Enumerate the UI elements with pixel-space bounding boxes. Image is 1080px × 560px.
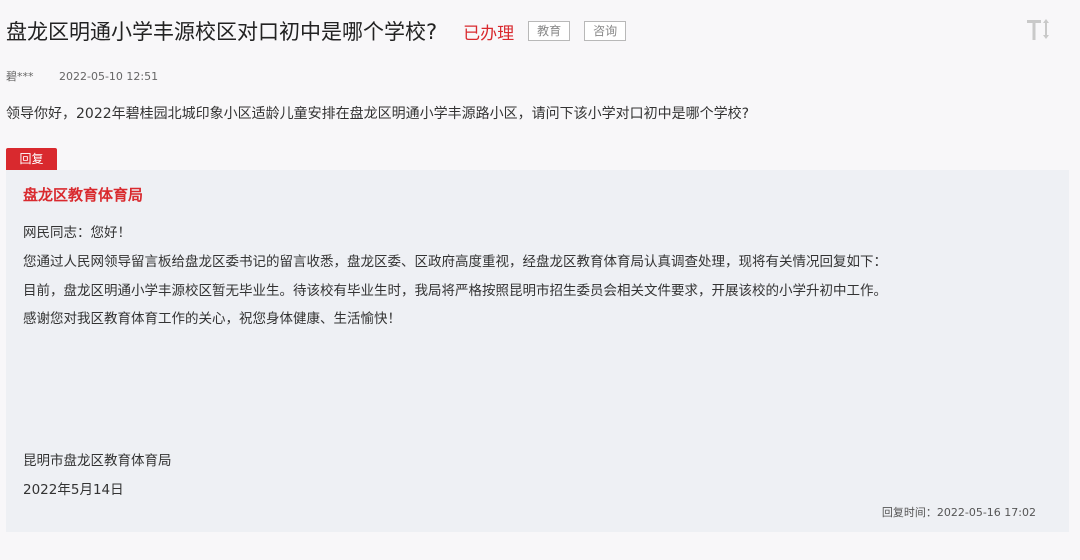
- post-date: 2022-05-10 12:51: [59, 70, 159, 83]
- reply-time: 回复时间：2022-05-16 17:02: [881, 506, 1036, 519]
- tag-education[interactable]: 教育: [528, 21, 571, 41]
- reply-signature-date: 2022年5月14日: [23, 482, 124, 498]
- reply-panel: 盘龙区教育体育局 网民同志：您好！ 您通过人民网领导留言板给盘龙区委书记的留言收…: [6, 170, 1069, 532]
- reply-closing: 感谢您对我区教育体育工作的关心，祝您身体健康、生活愉快！: [23, 311, 401, 327]
- status-badge: 已办理: [463, 23, 515, 44]
- reply-tag: 回复: [6, 148, 57, 170]
- tag-consultation[interactable]: 咨询: [584, 21, 627, 41]
- reply-signature-org: 昆明市盘龙区教育体育局: [23, 453, 172, 469]
- reply-org-name: 盘龙区教育体育局: [23, 186, 144, 204]
- reply-paragraph: 您通过人民网领导留言板给盘龙区委书记的留言收悉，盘龙区委、区政府高度重视，经盘龙…: [23, 254, 887, 270]
- reply-paragraph: 目前，盘龙区明通小学丰源校区暂无毕业生。待该校有毕业生时，我局将严格按照昆明市招…: [23, 283, 887, 299]
- post-meta: 碧*** 2022-05-10 12:51: [6, 68, 158, 84]
- reply-greeting: 网民同志：您好！: [23, 225, 131, 241]
- font-size-icon[interactable]: [1024, 14, 1056, 42]
- author-name: 碧***: [6, 70, 34, 83]
- question-text: 领导你好，2022年碧桂园北城印象小区适龄儿童安排在盘龙区明通小学丰源路小区，请…: [6, 106, 750, 122]
- title-row: 盘龙区明通小学丰源校区对口初中是哪个学校? 已办理 教育 咨询: [6, 16, 1040, 46]
- page-title: 盘龙区明通小学丰源校区对口初中是哪个学校?: [6, 20, 438, 44]
